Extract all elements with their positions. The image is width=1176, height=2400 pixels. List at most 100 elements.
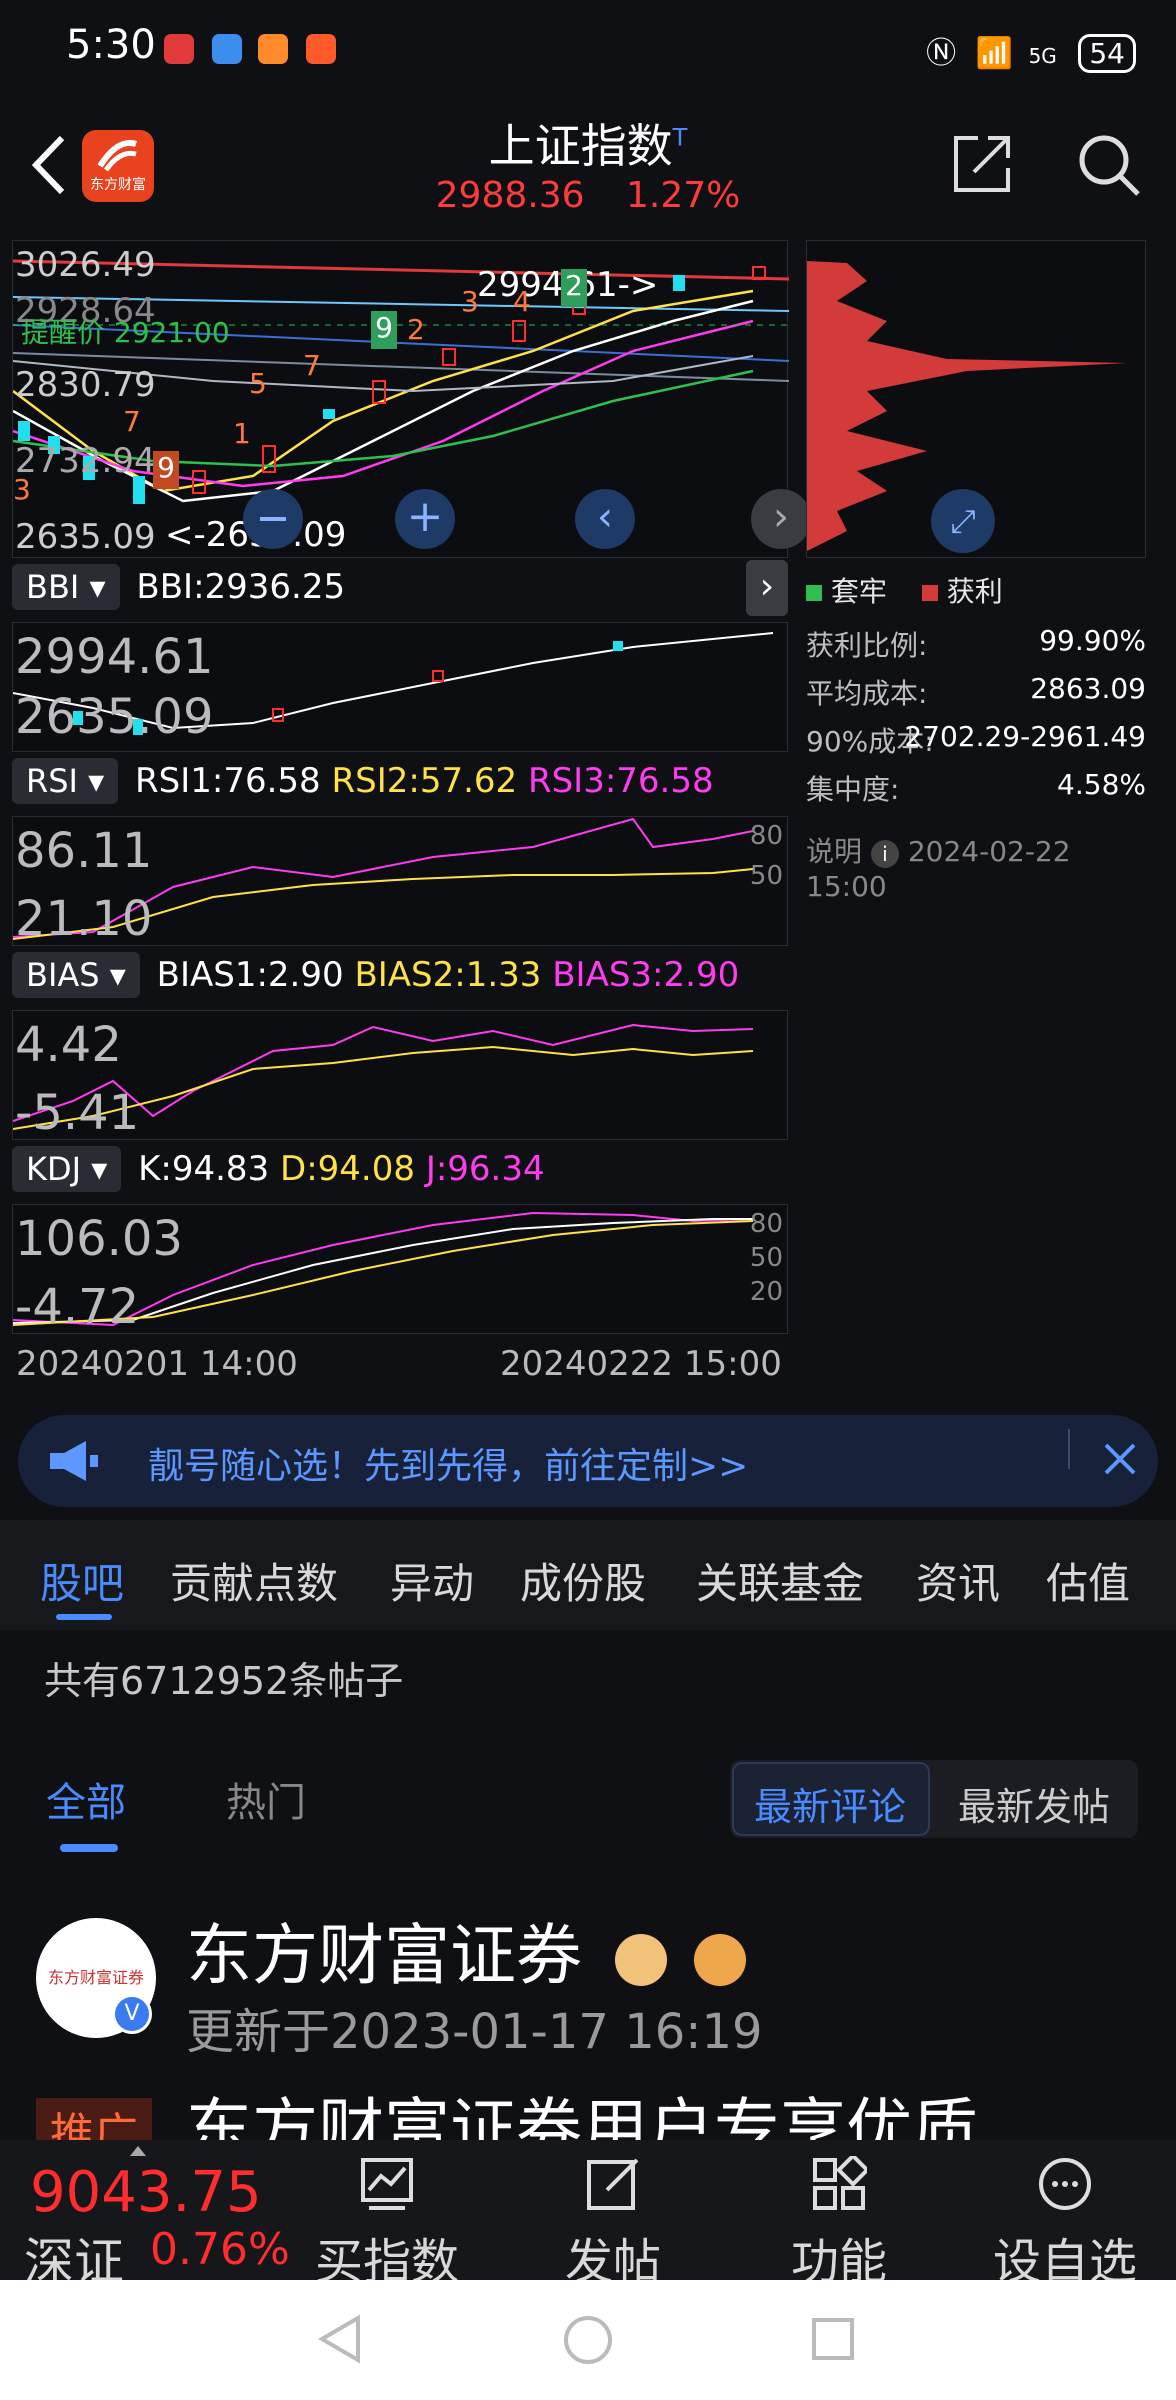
indicator-name: BBI xyxy=(26,568,80,606)
kdj-panel[interactable]: 106.03 -4.72 80 50 20 xyxy=(12,1204,788,1335)
indicator-selector-kdj[interactable]: KDJ ▾ xyxy=(12,1146,122,1192)
avatar[interactable]: 东方财富证券 V xyxy=(36,1918,156,2038)
indicator-name: BIAS xyxy=(26,956,100,994)
indicator-selector-bbi[interactable]: BBI ▾ xyxy=(12,564,120,610)
rsi-header: RSI ▾ RSI1:76.58 RSI2:57.62 RSI3:76.58 xyxy=(12,758,788,812)
kdj-j-value: J:96.34 xyxy=(425,1149,545,1189)
rsi-panel[interactable]: 86.11 21.10 80 50 xyxy=(12,816,788,947)
tab-movement[interactable]: 异动 xyxy=(390,1550,474,1611)
expand-icon[interactable]: ⤢ xyxy=(931,489,995,553)
post-button[interactable]: 发帖 xyxy=(538,2156,688,2292)
tab-guba[interactable]: 股吧 xyxy=(40,1550,124,1611)
tab-constituents[interactable]: 成份股 xyxy=(520,1550,646,1611)
kdj-ref-80: 80 xyxy=(749,1209,783,1239)
more-icon xyxy=(1039,2158,1091,2210)
promo-banner[interactable]: 靓号随心选！先到先得，前往定制>> xyxy=(18,1415,1158,1507)
nav-home-icon[interactable] xyxy=(562,2314,614,2366)
badge-icon xyxy=(693,1933,746,1986)
indicator-selector-rsi[interactable]: RSI ▾ xyxy=(12,758,119,804)
zoom-in-button[interactable]: + xyxy=(395,489,455,549)
status-time: 5:30 xyxy=(66,22,156,68)
bias-y-bottom: -5.41 xyxy=(15,1085,140,1141)
post-item[interactable]: 东方财富证券 V 东方财富证券 更新于2023-01-17 16:19 推广 东… xyxy=(0,1862,1176,2168)
share-icon[interactable] xyxy=(950,132,1014,196)
stat-value: 2702.29-2961.49 xyxy=(904,720,1146,753)
td-sequence-badge: 3 xyxy=(461,285,479,318)
td-sequence-badge: 2 xyxy=(561,269,587,307)
bbi-panel[interactable]: 2994.61 2635.09 xyxy=(12,622,788,752)
tab-news[interactable]: 资讯 xyxy=(916,1550,1000,1611)
header: 东方财富 上证指数T 2988.36 1.27% xyxy=(0,100,1176,240)
td-sequence-badge: 4 xyxy=(513,285,531,318)
bias-y-top: 4.42 xyxy=(15,1017,122,1073)
kdj-k-value: K:94.83 xyxy=(138,1149,270,1189)
stat-label: 平均成本: xyxy=(806,677,928,710)
indicator-name: KDJ xyxy=(26,1150,82,1188)
sort-latest-comment[interactable]: 最新评论 xyxy=(732,1762,930,1836)
td-sequence-badge: 3 xyxy=(13,473,31,506)
functions-button[interactable]: 功能 xyxy=(764,2153,914,2292)
bias1-value: BIAS1:2.90 xyxy=(156,955,344,995)
td-sequence-badge: 9 xyxy=(153,451,179,489)
profit-swatch xyxy=(921,585,938,601)
stat-label: 获利比例: xyxy=(806,629,928,662)
bias2-value: BIAS2:1.33 xyxy=(354,955,542,995)
tab-contribution[interactable]: 贡献点数 xyxy=(170,1550,338,1611)
subtab-all[interactable]: 全部 xyxy=(46,1770,126,1828)
td-sequence-badge: 5 xyxy=(249,367,267,400)
td-sequence-badge: 2 xyxy=(407,313,425,346)
sort-latest-comment-label: 最新评论 xyxy=(754,1785,907,1829)
zoom-out-button[interactable] xyxy=(243,489,303,549)
posts-count: 共有6712952条帖子 xyxy=(44,1659,404,1703)
index-price: 2988.36 xyxy=(435,175,585,216)
buy-index-button[interactable]: 买指数 xyxy=(312,2156,462,2292)
indicator-selector-bias[interactable]: BIAS ▾ xyxy=(12,952,140,998)
stat-value: 99.90% xyxy=(1039,624,1146,657)
expand-right-icon[interactable]: › xyxy=(746,560,788,616)
close-icon[interactable] xyxy=(1100,1439,1140,1479)
shenzhen-index-price[interactable]: 9043.75 xyxy=(30,2160,262,2225)
bias-panel[interactable]: 4.42 -5.41 xyxy=(12,1010,788,1141)
tab-valuation[interactable]: 估值 xyxy=(1046,1550,1130,1611)
td-sequence-badge: 9 xyxy=(371,311,397,349)
scroll-left-button[interactable]: ‹ xyxy=(575,489,635,549)
megaphone-icon xyxy=(50,1441,98,1481)
verified-icon: V xyxy=(112,1994,152,2034)
wifi-icon: 📶 xyxy=(975,36,1014,71)
legend-trapped: 套牢 xyxy=(830,575,887,608)
subtab-hot[interactable]: 热门 xyxy=(226,1770,306,1828)
nav-recents-icon[interactable] xyxy=(810,2316,856,2362)
sort-toggle: 最新评论 最新发帖 xyxy=(730,1760,1138,1838)
bbi-y-bottom: 2635.09 xyxy=(15,689,214,745)
notification-app-icon xyxy=(306,34,336,64)
collapse-arrow-icon[interactable] xyxy=(130,2146,146,2156)
banner-divider xyxy=(1068,1429,1070,1469)
tab-related-funds[interactable]: 关联基金 xyxy=(696,1550,864,1611)
apps-grid-icon xyxy=(813,2153,870,2210)
search-icon[interactable] xyxy=(1076,132,1142,198)
info-icon: i xyxy=(870,840,899,868)
chip-note[interactable]: 说明 i 2024-02-22 15:00 xyxy=(806,830,1146,903)
indicator-name: RSI xyxy=(26,762,78,800)
bottom-bar: 9043.75 深证 0.76% 买指数 发帖 功能 设自选 xyxy=(0,2140,1176,2291)
nfc-icon: Ⓝ xyxy=(926,36,957,71)
title-superscript: T xyxy=(672,123,688,152)
alert-price-label: 提醒价 2921.00 xyxy=(21,316,230,349)
kline-panel[interactable]: 3026.49 2928.64 提醒价 2921.00 2830.79 2732… xyxy=(12,240,811,558)
shenzhen-index-pct: 0.76% xyxy=(150,2224,290,2275)
chart-area: 3026.49 2928.64 提醒价 2921.00 2830.79 2732… xyxy=(0,240,1176,1390)
kdj-ref-20: 20 xyxy=(749,1277,783,1307)
post-updated-time: 更新于2023-01-17 16:19 xyxy=(186,2004,763,2060)
trapped-swatch xyxy=(806,585,822,601)
kdj-y-bottom: -4.72 xyxy=(15,1279,140,1335)
notification-app-icon xyxy=(164,34,194,64)
set-watchlist-button[interactable]: 设自选 xyxy=(990,2156,1140,2292)
chip-distribution-panel[interactable]: ⤢ xyxy=(806,240,1146,558)
time-axis-start: 20240201 14:00 xyxy=(16,1344,298,1384)
kdj-ref-50: 50 xyxy=(749,1243,783,1273)
rsi-ref-50: 50 xyxy=(749,861,783,891)
sort-latest-post[interactable]: 最新发帖 xyxy=(958,1776,1110,1831)
rsi2-value: RSI2:57.62 xyxy=(331,761,518,801)
nav-back-icon[interactable] xyxy=(318,2314,362,2364)
scroll-right-button[interactable]: › xyxy=(751,489,811,549)
